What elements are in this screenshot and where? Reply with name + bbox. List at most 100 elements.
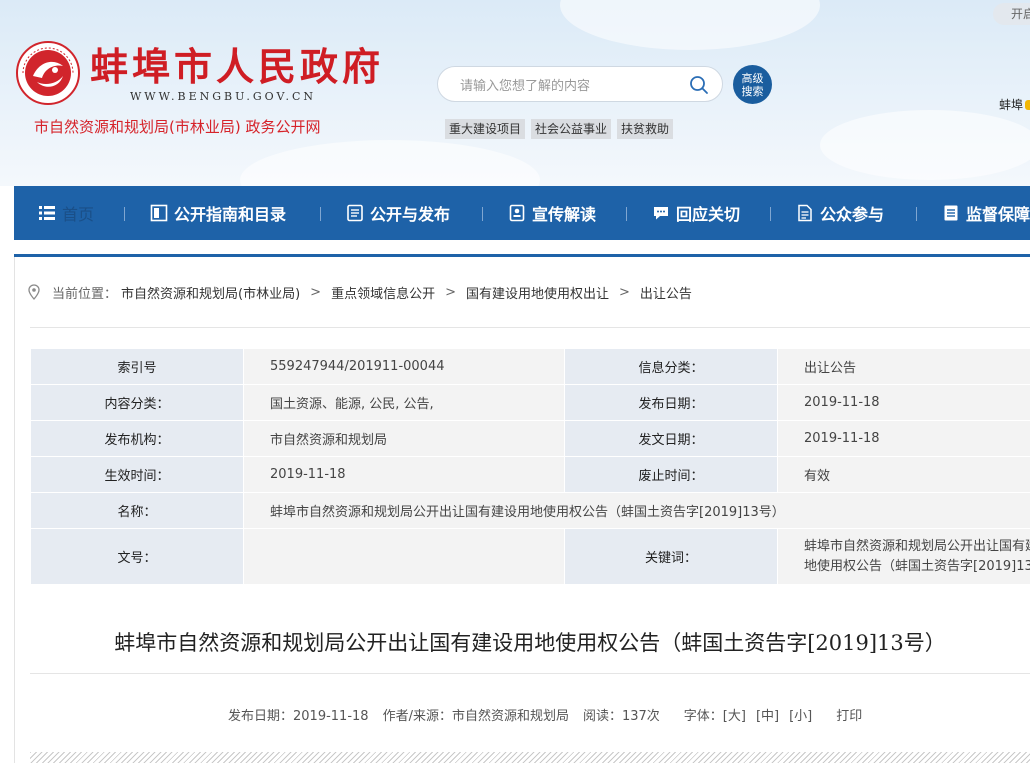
top-right-toggle[interactable]: 开启 [993,3,1030,25]
doc-no-label: 文号： [30,528,244,585]
nav-label: 回应关切 [676,205,741,224]
breadcrumb-item[interactable]: 重点领域信息公开 [331,283,435,302]
table-row: 文号： 关键词： 蚌埠市自然资源和规划局公开出让国有建设用 地使用权公告（蚌国土… [30,528,1030,585]
list-icon [39,206,55,220]
keywords-line: 蚌埠市自然资源和规划局公开出让国有建设用 [804,538,1030,554]
nav-item-guide[interactable]: 公开指南和目录 [150,186,286,240]
site-header: 开启 蚌埠市人民政府 WWW.BENGBU.GOV.CN 市自然资源和规划局(市… [0,0,1030,186]
city-emblem-logo[interactable] [15,40,81,106]
edit-doc-icon [798,204,812,222]
breadcrumb-item[interactable]: 国有建设用地使用权出让 [466,283,609,302]
breadcrumb-label: 当前位置： [52,286,118,302]
clipboard-icon [944,205,958,221]
name-label: 名称： [30,492,244,529]
location-pin-icon [28,284,40,300]
advanced-search-button[interactable]: 高级搜索 [733,65,772,104]
main-nav: 首页 公开指南和目录 公开与发布 宣传解读 回应关切 公众参与 监督保障 [14,186,1030,240]
document-icon [347,204,363,222]
hot-tags: 重大建设项目 社会公益事业 扶贫救助 [445,119,674,139]
table-row: 生效时间： 2019-11-18 废止时间： 有效 [30,456,1030,493]
font-small-button[interactable]: [小] [789,705,812,724]
book-icon [150,204,168,222]
metadata-table: 索引号 559247944/201911-00044 信息分类： 出让公告 内容… [30,348,1030,585]
nav-label: 首页 [62,205,95,224]
breadcrumb: 当前位置： 市自然资源和规划局(市林业局) > 重点领域信息公开 > 国有建设用… [28,282,692,302]
effective-value: 2019-11-18 [243,456,565,493]
nav-item-publish[interactable]: 公开与发布 [346,186,450,240]
site-url: WWW.BENGBU.GOV.CN [130,90,317,103]
info-class-label: 信息分类： [564,348,778,385]
article-title: 蚌埠市自然资源和规划局公开出让国有建设用地使用权公告（蚌国土资告字[2019]1… [114,631,946,655]
person-card-icon [509,204,525,222]
sun-icon [1025,100,1030,110]
name-value: 蚌埠市自然资源和规划局公开出让国有建设用地使用权公告（蚌国土资告字[2019]1… [243,492,1030,529]
expire-label: 废止时间： [564,456,778,493]
header-cloud [560,0,820,50]
decorative-hatch [30,752,1030,763]
search-input[interactable] [458,75,682,97]
nav-separator [916,207,917,221]
article-meta: 发布日期：2019-11-18 作者/来源：市自然资源和规划局 阅读：137次 … [228,705,862,724]
nav-label: 监督保障 [966,205,1030,224]
content-class-value: 国土资源、能源, 公民, 公告, [243,384,565,421]
breadcrumb-item[interactable]: 市自然资源和规划局(市林业局) [121,283,300,302]
font-size-label: 字体： [683,709,723,724]
nav-separator [770,207,771,221]
publish-date-value: 2019-11-18 [777,384,1030,421]
breadcrumb-separator: > [310,284,322,300]
hot-tag[interactable]: 重大建设项目 [445,119,526,139]
nav-separator [320,207,321,221]
font-large-button[interactable]: [大] [723,705,746,724]
index-no-label: 索引号 [30,348,244,385]
info-class-value: 出让公告 [777,348,1030,385]
doc-no-value [243,528,565,585]
org-value: 市自然资源和规划局 [243,420,565,457]
city-weather: 蚌埠 [999,96,1030,113]
nav-label: 公开与发布 [370,205,451,224]
font-medium-button[interactable]: [中] [756,705,779,724]
table-row: 内容分类： 国土资源、能源, 公民, 公告, 发布日期： 2019-11-18 [30,384,1030,421]
nav-separator [124,207,125,221]
advanced-search-label: 高级搜索 [741,71,764,98]
nav-separator [482,207,483,221]
site-title: 蚌埠市人民政府 [90,44,385,89]
article-source: 作者/来源：市自然资源和规划局 [382,709,569,724]
header-cloud [240,140,540,186]
search-box [437,66,723,102]
hot-tag[interactable]: 社会公益事业 [531,119,612,139]
publish-date-label: 发布日期： [564,384,778,421]
city-name: 蚌埠 [999,98,1024,112]
search-icon[interactable] [688,74,710,96]
print-button[interactable]: 打印 [836,705,862,724]
nav-label: 公众参与 [820,205,885,224]
nav-item-participation[interactable]: 公众参与 [796,186,884,240]
doc-date-value: 2019-11-18 [777,420,1030,457]
nav-label: 公开指南和目录 [174,205,287,224]
breadcrumb-item[interactable]: 出让公告 [640,283,692,302]
keywords-line: 地使用权公告（蚌国土资告字[2019]13号） [804,558,1030,574]
org-label: 发布机构： [30,420,244,457]
divider [30,673,1030,674]
site-subtitle[interactable]: 市自然资源和规划局(市林业局) 政务公开网 [34,116,320,137]
nav-item-response[interactable]: 回应关切 [652,186,740,240]
index-no-value: 559247944/201911-00044 [243,348,565,385]
hot-tag[interactable]: 扶贫救助 [617,119,674,139]
nav-item-interpretation[interactable]: 宣传解读 [508,186,596,240]
header-cloud [820,110,1030,180]
expire-value: 有效 [777,456,1030,493]
content-class-label: 内容分类： [30,384,244,421]
table-row: 发布机构： 市自然资源和规划局 发文日期： 2019-11-18 [30,420,1030,457]
table-row: 索引号 559247944/201911-00044 信息分类： 出让公告 [30,348,1030,385]
article-reads: 阅读：137次 [582,709,660,724]
effective-label: 生效时间： [30,456,244,493]
breadcrumb-separator: > [619,284,630,300]
nav-separator [626,207,627,221]
table-row: 名称： 蚌埠市自然资源和规划局公开出让国有建设用地使用权公告（蚌国土资告字[20… [30,492,1030,529]
keywords-label: 关键词： [564,528,778,585]
article-date: 发布日期：2019-11-18 [228,709,369,724]
nav-item-home[interactable]: 首页 [38,186,94,240]
chat-icon [654,207,668,220]
nav-item-supervision[interactable]: 监督保障 [942,186,1030,240]
keywords-value: 蚌埠市自然资源和规划局公开出让国有建设用 地使用权公告（蚌国土资告字[2019]… [777,528,1030,585]
nav-label: 宣传解读 [532,205,597,224]
